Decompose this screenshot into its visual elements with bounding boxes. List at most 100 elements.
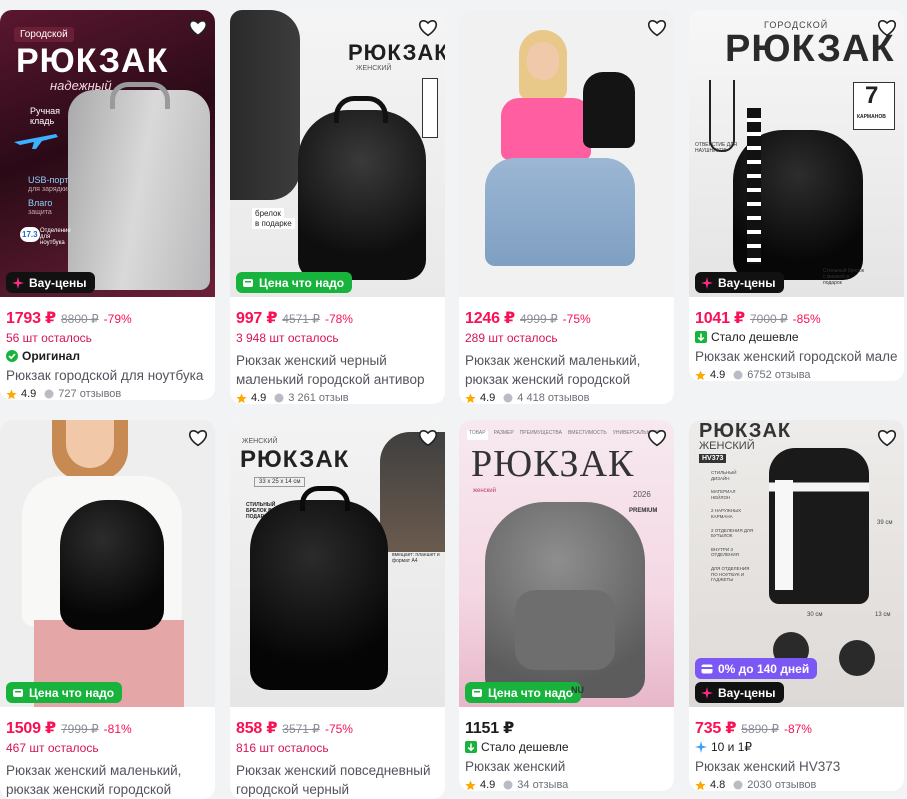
product-card[interactable]: ТОВАР РАЗМЕР ПРЕИМУЩЕСТВА ВМЕСТИМОСТЬ УН… [459,420,674,791]
product-photo[interactable]: ГОРОДСКОЙ РЮКЗАК ОТВЕРСТИЕ ДЛЯ НАУШНИКОВ… [689,10,904,297]
heart-icon [647,430,667,447]
favorite-button[interactable] [417,427,439,449]
product-card[interactable]: ЖЕНСКИЙ РЮКЗАК 33 х 25 х 14 см СТИЛЬНЫЙ … [230,420,445,799]
product-title[interactable]: Рюкзак женский HV373 [695,757,898,776]
product-card[interactable]: РЮКЗАК ЖЕНСКИЙ брелок в подарке Цена что… [230,10,445,404]
reviews-count[interactable]: 727 отзывов [58,388,121,400]
promo-badge: Цена что надо [236,272,353,293]
comment-icon [503,393,513,403]
photo-note: PREMIUM [629,508,658,514]
product-title-line2[interactable]: городской черный [236,780,439,799]
cheaper-tag: Стало дешевле [695,330,898,344]
old-price: 5890 ₽ [741,722,779,736]
badge-label: 0% до 140 дней [718,661,810,676]
photo-note: СТИЛЬНЫЙ ДИЗАЙН [711,470,737,481]
photo-subtitle: ЖЕНСКИЙ [356,65,392,72]
card-icon [701,663,713,675]
reviews-count[interactable]: 34 отзыва [517,779,568,791]
product-title[interactable]: Рюкзак женский маленький, [6,761,209,780]
photo-note: ДЛЯ ОТДЕЛЕНИЯ ПО НОУТБУК И ГАДЖЕТЫ [711,565,750,583]
photo-note: Стильный брелок с мишкой в подарок [823,268,864,286]
product-card[interactable]: ГОРОДСКОЙ РЮКЗАК ОТВЕРСТИЕ ДЛЯ НАУШНИКОВ… [689,10,904,381]
product-photo[interactable]: ЖЕНСКИЙ РЮКЗАК 33 х 25 х 14 см СТИЛЬНЫЙ … [230,420,445,707]
detail-thumb [839,640,875,676]
photo-note: 2 ОТДЕЛЕНИЯ ДЛЯ БУТЫЛОК [711,527,754,539]
reviews-count[interactable]: 3 261 отзыв [288,392,348,404]
product-photo[interactable]: Цена что надо [0,420,215,707]
product-photo[interactable]: РЮКЗАК ЖЕНСКИЙ HV373 СТИЛЬНЫЙ ДИЗАЙН МАТ… [689,420,904,707]
price: 1509 ₽ [6,720,56,737]
product-title-line2[interactable]: маленький городской антивор [236,370,439,389]
product-title[interactable]: Рюкзак женский маленький, [465,351,668,370]
product-title[interactable]: Рюкзак женский городской маленький [695,347,898,366]
discount: -79% [103,312,132,326]
favorite-button[interactable] [187,17,209,39]
photo-note: ОТВЕРСТИЕ ДЛЯ НАУШНИКОВ [695,142,737,154]
badge-label: Цена что надо [488,685,574,700]
rating-value: 4.8 [710,779,726,791]
promo-badge: Вау-цены [695,682,784,703]
rating-value: 4.9 [710,369,726,381]
product-title-line2[interactable]: рюкзак женский городской [6,780,209,799]
stock-left: 289 шт осталось [465,331,558,345]
promo-badge: Вау-цены [695,272,784,293]
price-row: 1151 ₽ [465,718,668,738]
product-title[interactable]: Рюкзак женский [465,757,668,776]
product-title[interactable]: Рюкзак женский повседневный [236,761,439,780]
product-photo[interactable]: ТОВАР РАЗМЕР ПРЕИМУЩЕСТВА ВМЕСТИМОСТЬ УН… [459,420,674,707]
reviews-count[interactable]: 2030 отзывов [747,779,816,791]
favorite-button[interactable] [417,17,439,39]
photo-note: в подарке [252,218,295,229]
reviews-count[interactable]: 4 418 отзывов [517,392,589,404]
heart-icon [877,430,897,447]
rating-value: 4.9 [480,779,496,791]
heart-icon [418,430,438,447]
photo-dimension: 30 см [807,612,823,618]
backpack-handle [334,96,388,123]
backpack-strap [747,108,761,264]
discount: -78% [324,312,353,326]
product-card[interactable]: 1246 ₽ 4999 ₽ -75% 289 шт осталось Рюкза… [459,10,674,404]
favorite-button[interactable] [187,427,209,449]
photo-note [422,78,438,138]
star-icon [695,369,706,380]
product-photo[interactable]: Городской РЮКЗАК надежный Ручная кладь U… [0,10,215,297]
photo-note: вмещает: планшет и формат А4 [392,552,440,564]
photo-note: КАРМАНОВ [857,114,886,120]
photo-note: для зарядки [28,186,68,193]
backpack-image [583,72,635,148]
badge-label: Вау-цены [718,275,776,290]
discount: -75% [324,722,353,736]
star-icon [465,779,476,790]
favorite-button[interactable] [646,17,668,39]
product-card[interactable]: Цена что надо 1509 ₽ 7999 ₽ -81% 467 шт … [0,420,215,799]
comment-icon [503,780,513,790]
favorite-button[interactable] [876,427,898,449]
photo-subtitle-year: 2026 [633,490,651,499]
favorite-button[interactable] [876,17,898,39]
reviews-count[interactable]: 6752 отзыва [747,369,810,381]
comment-icon [733,780,743,790]
favorite-button[interactable] [646,427,668,449]
discount: -85% [792,312,821,326]
product-title-line2[interactable]: рюкзак женский городской [465,370,668,389]
product-title[interactable]: Рюкзак женский черный [236,351,439,370]
rating: 4.9 4 418 отзывов [465,392,668,404]
photo-note: 7 [865,82,879,109]
product-card[interactable]: РЮКЗАК ЖЕНСКИЙ HV373 СТИЛЬНЫЙ ДИЗАЙН МАТ… [689,420,904,791]
photo-model-code: HV373 [699,454,727,463]
rating: 4.9 3 261 отзыв [236,392,439,404]
photo-nav-strip: ТОВАР РАЗМЕР ПРЕИМУЩЕСТВА ВМЕСТИМОСТЬ УН… [467,430,664,440]
old-price: 4571 ₽ [282,312,320,326]
comment-icon [44,389,54,399]
stock-left: 467 шт осталось [6,741,99,755]
heart-icon [188,430,208,447]
bonus-tag: 10 и 1₽ [695,740,898,754]
heart-icon [418,20,438,37]
product-title[interactable]: Рюкзак городской для ноутбука [6,366,209,385]
product-photo[interactable] [459,10,674,297]
photo-subtitle: ЖЕНСКИЙ [242,438,278,445]
product-card[interactable]: Городской РЮКЗАК надежный Ручная кладь U… [0,10,215,400]
product-photo[interactable]: РЮКЗАК ЖЕНСКИЙ брелок в подарке Цена что… [230,10,445,297]
price: 1041 ₽ [695,310,745,327]
